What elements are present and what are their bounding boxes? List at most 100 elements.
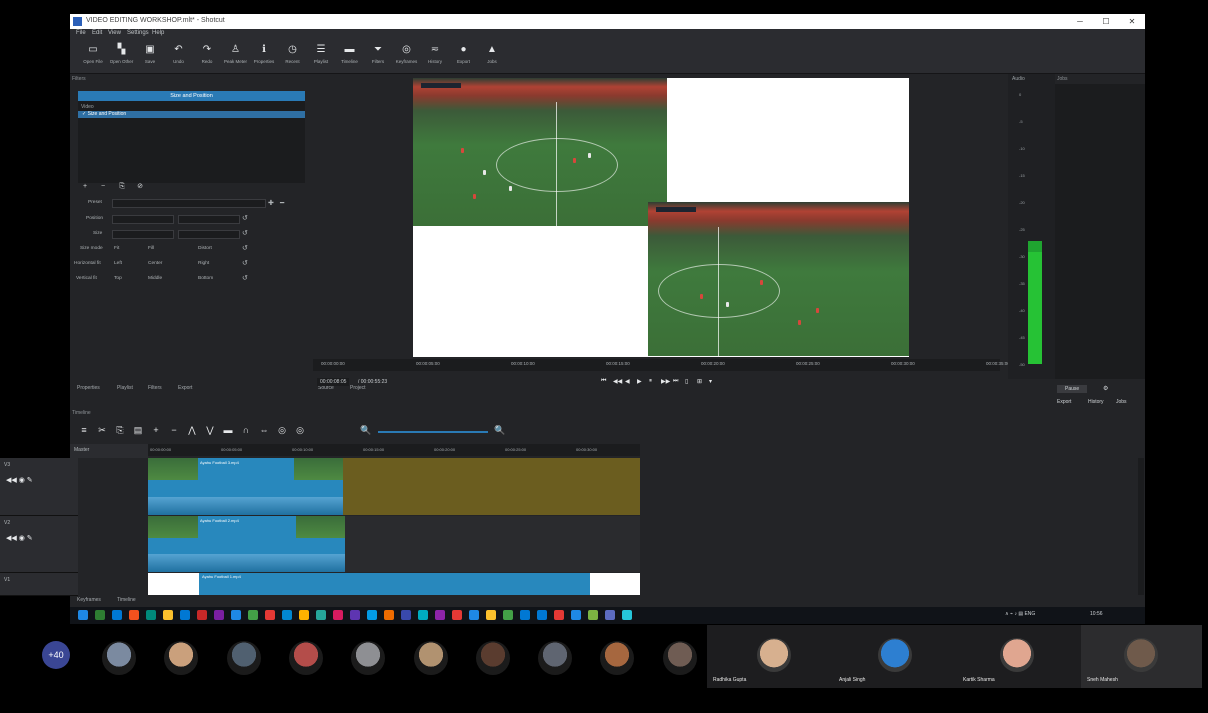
taskbar-app-icon[interactable]: [503, 610, 513, 620]
radio-left[interactable]: Left: [114, 261, 122, 266]
participant-thumbnail[interactable]: [288, 641, 323, 675]
participant-thumbnail[interactable]: [413, 641, 448, 675]
participant-thumbnail[interactable]: [538, 641, 573, 675]
split-icon[interactable]: ▬: [222, 425, 234, 435]
toggle-grid-icon[interactable]: ⊞: [697, 378, 702, 385]
playlist-button[interactable]: ☰ Playlist: [310, 42, 332, 70]
scrub-icon[interactable]: ⇔: [258, 425, 270, 435]
taskbar-app-icon[interactable]: [78, 610, 88, 620]
previous-icon[interactable]: ◀: [625, 378, 630, 385]
taskbar-app-icon[interactable]: [146, 610, 156, 620]
participant-thumbnail[interactable]: [351, 641, 386, 675]
tab-export[interactable]: Export: [178, 385, 192, 391]
append-icon[interactable]: +: [150, 425, 162, 435]
toggle-zoom-icon[interactable]: ▯: [685, 378, 688, 385]
participant-thumbnail[interactable]: [226, 641, 261, 675]
clip-v1[interactable]: Ayahu Football 1.mp4: [199, 573, 590, 595]
save-button[interactable]: ▣ Save: [139, 42, 161, 70]
taskbar-app-icon[interactable]: [231, 610, 241, 620]
close-button[interactable]: ✕: [1124, 16, 1140, 27]
taskbar-app-icon[interactable]: [622, 610, 632, 620]
skip-end-icon[interactable]: ⏭: [673, 378, 678, 385]
position-x-field[interactable]: [112, 215, 174, 224]
timeline-vertical-scrollbar[interactable]: [1138, 458, 1144, 595]
taskbar-app-icon[interactable]: [384, 610, 394, 620]
taskbar-app-icon[interactable]: [520, 610, 530, 620]
track-controls-v2[interactable]: ◀◀ ◉ ✎: [6, 534, 33, 542]
taskbar-app-icon[interactable]: [588, 610, 598, 620]
reset-size-icon[interactable]: ↺: [242, 229, 248, 237]
jobs-button[interactable]: ▲ Jobs: [481, 42, 503, 70]
ripple-all-icon[interactable]: ◎: [294, 425, 306, 436]
timeline-ruler[interactable]: 00:00:00:00 00:00:05:00 00:00:10:00 00:00:1…: [148, 444, 640, 456]
maximize-button[interactable]: ☐: [1098, 16, 1114, 27]
add-filter-button[interactable]: +: [81, 183, 89, 191]
snap-icon[interactable]: ∩: [240, 425, 252, 435]
filters-button[interactable]: ⏷ Filters: [367, 42, 389, 70]
menu-file[interactable]: File: [76, 30, 86, 36]
filter-list[interactable]: Video ✓ Size and Position: [78, 101, 305, 183]
menu-settings[interactable]: Settings: [127, 30, 149, 36]
menu-view[interactable]: View: [108, 30, 121, 36]
video-preview[interactable]: [413, 78, 909, 357]
taskbar-app-icon[interactable]: [571, 610, 581, 620]
taskbar-app-icon[interactable]: [180, 610, 190, 620]
save-preset-icon[interactable]: ✚: [268, 199, 274, 207]
taskbar-app-icon[interactable]: [469, 610, 479, 620]
pause-jobs-button[interactable]: Pause: [1057, 385, 1088, 393]
undo-button[interactable]: ↶ Undo: [168, 42, 190, 70]
fast-forward-icon[interactable]: ▶▶: [661, 378, 670, 385]
timeline-button[interactable]: ▬ Timeline: [339, 42, 361, 70]
cut-icon[interactable]: ✂: [96, 425, 108, 436]
remove-filter-button[interactable]: −: [99, 183, 107, 191]
taskbar-app-icon[interactable]: [350, 610, 360, 620]
current-timecode[interactable]: 00:00:08:05: [317, 378, 350, 386]
tab-playlist[interactable]: Playlist: [117, 385, 133, 391]
track-controls-v3[interactable]: ◀◀ ◉ ✎: [6, 476, 33, 484]
menu-icon[interactable]: ≡: [78, 425, 90, 435]
ripple-icon[interactable]: ◎: [276, 425, 288, 436]
lift-icon[interactable]: ⋀: [186, 425, 198, 436]
radio-middle[interactable]: Middle: [148, 276, 162, 281]
radio-bottom[interactable]: Bottom: [198, 276, 213, 281]
volume-icon[interactable]: ▾: [709, 378, 712, 385]
taskbar-app-icon[interactable]: [316, 610, 326, 620]
tab-properties[interactable]: Properties: [77, 385, 100, 391]
taskbar-app-icon[interactable]: [197, 610, 207, 620]
position-y-field[interactable]: [178, 215, 240, 224]
zoom-slider[interactable]: [378, 431, 488, 433]
size-h-field[interactable]: [178, 230, 240, 239]
taskbar-app-icon[interactable]: [129, 610, 139, 620]
tab-project[interactable]: Project: [350, 385, 366, 391]
menu-help[interactable]: Help: [152, 30, 164, 36]
peak-meter-button[interactable]: ♙ Peak Meter: [224, 42, 247, 70]
taskbar-app-icon[interactable]: [248, 610, 258, 620]
taskbar-app-icon[interactable]: [486, 610, 496, 620]
radio-fill[interactable]: Fill: [148, 246, 154, 251]
radio-distort[interactable]: Distort: [198, 246, 212, 251]
overwrite-icon[interactable]: ⋁: [204, 425, 216, 436]
tab-keyframes[interactable]: Keyframes: [77, 597, 101, 603]
rewind-icon[interactable]: ◀◀: [613, 378, 622, 385]
tab-jobs[interactable]: Jobs: [1116, 399, 1127, 405]
open-file-button[interactable]: ▭ Open File: [82, 42, 104, 70]
taskbar-app-icon[interactable]: [418, 610, 428, 620]
menu-edit[interactable]: Edit: [92, 30, 102, 36]
reset-position-icon[interactable]: ↺: [242, 214, 248, 222]
clip-v2[interactable]: Ayahu Football 2.mp4: [148, 516, 345, 572]
copy-filter-button[interactable]: ⎘: [118, 183, 126, 191]
taskbar-app-icon[interactable]: [282, 610, 292, 620]
copy-icon[interactable]: ⎘: [114, 425, 126, 436]
redo-button[interactable]: ↷ Redo: [196, 42, 218, 70]
taskbar-app-icon[interactable]: [605, 610, 615, 620]
zoom-in-icon[interactable]: 🔍: [494, 425, 506, 436]
taskbar-app-icon[interactable]: [299, 610, 309, 620]
taskbar-app-icon[interactable]: [367, 610, 377, 620]
taskbar-app-icon[interactable]: [401, 610, 411, 620]
participant-thumbnail[interactable]: [102, 641, 136, 675]
track-v3[interactable]: Ayahu Football 3.mp4: [148, 458, 640, 515]
track-header-v1[interactable]: V1: [0, 573, 78, 596]
properties-button[interactable]: ℹ Properties: [253, 42, 275, 70]
keyframes-button[interactable]: ◎ Keyframes: [396, 42, 418, 70]
viewer-scrubber[interactable]: 00:00:00:00 00:00:05:00 00:00:10:00 00:00:1…: [313, 359, 1010, 371]
